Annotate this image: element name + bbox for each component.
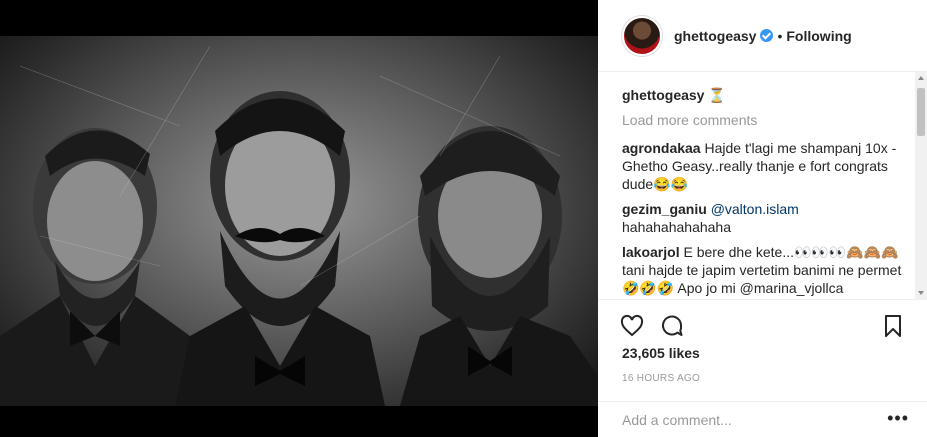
comment-icon[interactable] xyxy=(660,314,684,338)
heart-icon[interactable] xyxy=(620,314,644,338)
header-separator: • xyxy=(777,27,783,44)
post-image[interactable] xyxy=(0,36,598,406)
verified-badge-icon xyxy=(760,29,774,42)
comment-input[interactable] xyxy=(622,412,882,428)
comment-mention-link[interactable]: @valton.islam xyxy=(711,201,799,217)
post-image-illustration xyxy=(0,45,598,406)
comment-item: lakoarjol E bere dhe kete...👀👀👀🙈🙈🙈 tani … xyxy=(622,243,909,297)
post-panel: ghettogeasy • Following ghettogeasy ⏳ Lo… xyxy=(598,0,927,437)
comments-scrollbar[interactable] xyxy=(915,72,927,299)
caption-text: ⏳ xyxy=(708,87,726,103)
author-avatar[interactable] xyxy=(622,15,662,56)
scroll-down-arrow-icon[interactable] xyxy=(918,291,924,295)
like-count[interactable]: 23,605 likes xyxy=(622,345,700,361)
comment-item: agrondakaa Hajde t'lagi me shampanj 10x … xyxy=(622,139,909,193)
load-more-comments-link[interactable]: Load more comments xyxy=(622,111,909,129)
more-options-icon[interactable]: ••• xyxy=(887,409,909,427)
comment-username[interactable]: agrondakaa xyxy=(622,140,701,156)
add-comment-bar: ••• xyxy=(598,401,927,437)
post-header: ghettogeasy • Following xyxy=(598,0,927,72)
comment-item: gezim_ganiu @valton.islam hahahahahahaha xyxy=(622,200,909,236)
post-timestamp[interactable]: 16 HOURS AGO xyxy=(622,373,700,384)
scroll-up-arrow-icon[interactable] xyxy=(918,76,924,80)
following-button[interactable]: Following xyxy=(786,28,851,44)
scrollbar-thumb[interactable] xyxy=(917,88,925,136)
comment-username[interactable]: gezim_ganiu xyxy=(622,201,707,217)
caption-username[interactable]: ghettogeasy xyxy=(622,87,704,103)
comments-list: ghettogeasy ⏳ Load more comments agronda… xyxy=(598,72,927,299)
comment-text: hahahahahahaha xyxy=(622,219,732,235)
action-bar xyxy=(598,299,927,347)
author-username[interactable]: ghettogeasy xyxy=(674,28,756,44)
comment-username[interactable]: lakoarjol xyxy=(622,244,680,260)
post-media xyxy=(0,0,598,437)
bookmark-icon[interactable] xyxy=(881,314,905,338)
caption: ghettogeasy ⏳ xyxy=(622,86,909,104)
